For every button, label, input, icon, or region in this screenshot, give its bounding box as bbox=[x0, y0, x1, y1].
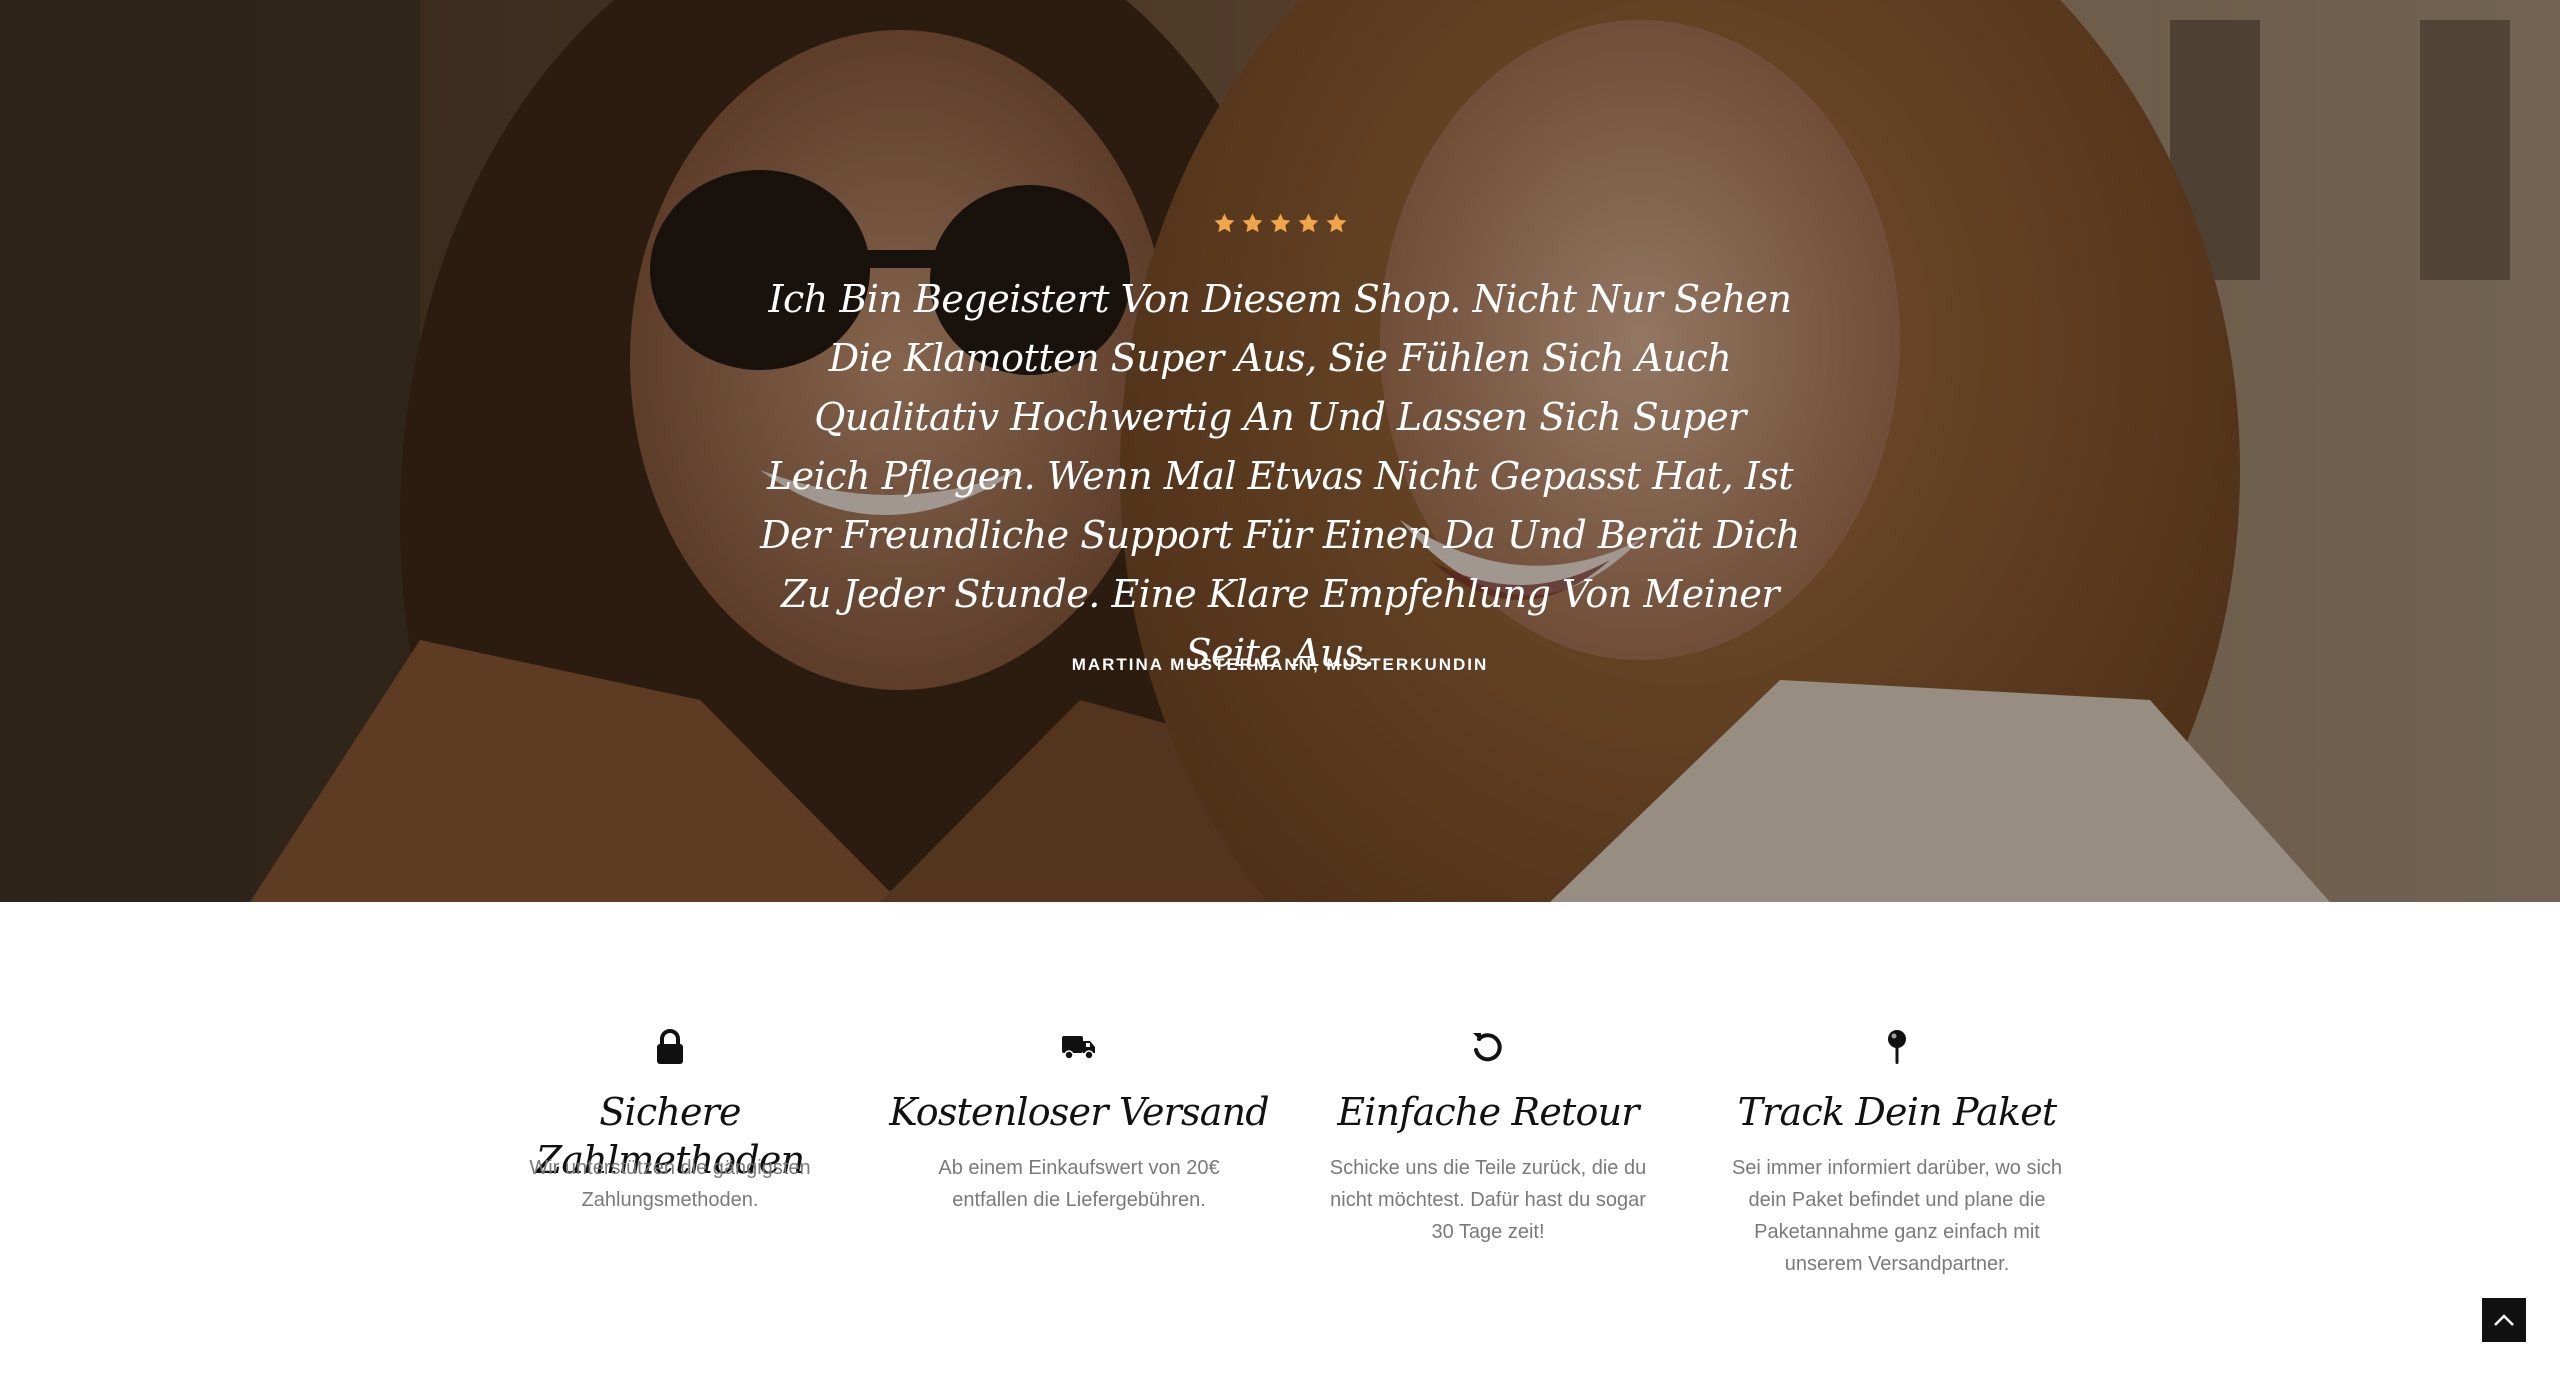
testimonial-hero: Ich Bin Begeistert Von Diesem Shop. Nich… bbox=[0, 0, 2560, 902]
star-icon bbox=[1326, 213, 1346, 233]
star-icon bbox=[1298, 213, 1318, 233]
feature-text: Sei immer informiert darüber, wo sich de… bbox=[1731, 1157, 2063, 1275]
lock-icon bbox=[650, 1027, 690, 1067]
feature-title: Einfache Retour bbox=[1337, 1090, 1639, 1134]
feature-title: Kostenloser Versand bbox=[889, 1090, 1269, 1134]
star-icon bbox=[1270, 213, 1290, 233]
testimonial-content: Ich Bin Begeistert Von Diesem Shop. Nich… bbox=[0, 0, 2560, 902]
map-pin-icon bbox=[1877, 1027, 1917, 1067]
undo-icon bbox=[1468, 1027, 1508, 1067]
rating-stars bbox=[0, 212, 2560, 235]
star-icon bbox=[1242, 213, 1262, 233]
feature-text: Schicke uns die Teile zurück, die du nic… bbox=[1329, 1157, 1647, 1243]
testimonial-quote: Ich Bin Begeistert Von Diesem Shop. Nich… bbox=[760, 277, 1800, 675]
star-icon bbox=[1214, 213, 1234, 233]
back-to-top-button[interactable] bbox=[2482, 1298, 2526, 1342]
feature-title: Track Dein Paket bbox=[1737, 1090, 2058, 1134]
features-section: Sichere Zahlmethoden Wir unterstützen di… bbox=[0, 902, 2560, 1377]
feature-text: Wir unterstützen die gängigsten Zahlungs… bbox=[529, 1157, 811, 1211]
testimonial-author: MARTINA MUSTERMANN, MUSTERKUNDIN bbox=[1071, 655, 1489, 674]
chevron-up-icon bbox=[2494, 1314, 2514, 1326]
feature-text: Ab einem Einkaufswert von 20€ entfallen … bbox=[938, 1157, 1220, 1211]
truck-icon bbox=[1059, 1027, 1099, 1067]
